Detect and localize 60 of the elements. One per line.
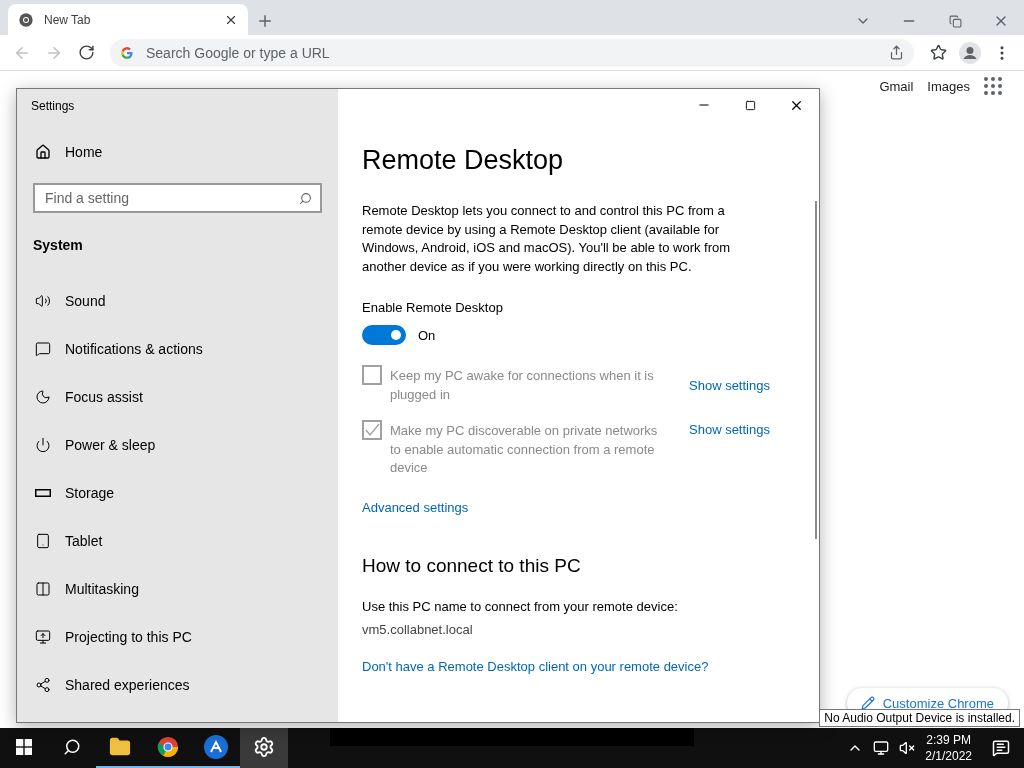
option-label: Make my PC discoverable on private networks to enable automatic connection from a remote device	[390, 422, 659, 477]
taskbar-app[interactable]	[240, 728, 288, 768]
network-icon[interactable]	[873, 740, 890, 756]
speech-bubble-icon	[35, 341, 51, 357]
home-link[interactable]: Home	[33, 127, 322, 177]
sidebar-item[interactable]: Sound	[33, 277, 322, 325]
chrome-icon	[157, 736, 179, 758]
chrome-tab-icon	[18, 11, 34, 28]
toggle-state: On	[418, 327, 436, 343]
description-text: Remote Desktop lets you connect to and control this PC from a remote device by using a Remote Desktop client (available for Windows, Android, iOS and macOS). You'll be able to work from another device as if you were working directly on this PC.	[362, 202, 732, 276]
header-link[interactable]: Gmail	[879, 78, 914, 94]
nodes-icon	[35, 677, 51, 693]
pencil-icon	[860, 696, 875, 710]
drive-icon	[35, 489, 51, 497]
section-heading: System	[33, 237, 84, 253]
window-title: Settings	[31, 98, 76, 115]
header-link[interactable]: Images	[927, 78, 970, 94]
section-heading: How to connect to this PC	[362, 554, 582, 577]
client-help-link[interactable]: Don't have a Remote Desktop client on your remote device?	[362, 658, 709, 674]
sidebar-item[interactable]: Focus assist	[33, 373, 322, 421]
search-icon	[299, 191, 312, 205]
option-label: Keep my PC awake for connections when it is plugged in	[390, 367, 655, 404]
home-icon	[35, 144, 51, 160]
instruction-text: Use this PC name to connect from your remote device:	[362, 598, 679, 614]
toggle-switch[interactable]	[362, 325, 406, 345]
gear-icon	[253, 736, 275, 758]
clock-date: 2/1/2022	[925, 748, 972, 764]
moon-icon	[35, 389, 51, 405]
speaker-icon	[35, 293, 51, 309]
browser-tab[interactable]: New Tab	[8, 4, 248, 35]
clock-time: 2:39 PM	[926, 732, 971, 748]
advanced-settings-link[interactable]: Advanced settings	[362, 499, 469, 515]
muted-speaker-icon[interactable]	[899, 740, 916, 756]
screen-icon	[35, 629, 51, 645]
windows-icon	[35, 581, 51, 597]
sidebar-item[interactable]: Power & sleep	[33, 421, 322, 469]
scrollbar[interactable]	[815, 201, 817, 539]
app-icon	[204, 735, 228, 759]
power-icon	[35, 437, 51, 453]
google-icon	[120, 45, 134, 60]
share-icon[interactable]	[889, 45, 904, 60]
windows-logo-icon	[16, 739, 32, 755]
search-icon	[63, 738, 81, 756]
tablet-icon	[35, 533, 51, 549]
page-title: Remote Desktop	[362, 145, 565, 176]
folder-icon	[109, 736, 131, 758]
sidebar-item[interactable]: Notifications & actions	[33, 325, 322, 373]
sidebar-item[interactable]: Projecting to this PC	[33, 613, 322, 661]
sidebar-item[interactable]: Storage	[33, 469, 322, 517]
sidebar-item[interactable]: Tablet	[33, 517, 322, 565]
address-bar[interactable]: Search Google or type a URL	[110, 38, 914, 67]
sidebar-item[interactable]: Shared experiences	[33, 661, 322, 709]
sidebar-item[interactable]: Multitasking	[33, 565, 322, 613]
notification-icon[interactable]	[992, 739, 1010, 757]
toggle-label: Enable Remote Desktop	[362, 300, 504, 315]
pc-name: vm5.collabnet.local	[362, 621, 474, 637]
tab-title: New Tab	[44, 12, 92, 27]
apps-grid-icon[interactable]	[984, 77, 1002, 95]
search-box[interactable]: Find a setting	[33, 183, 322, 213]
tooltip: No Audio Output Device is installed.	[819, 709, 1020, 727]
